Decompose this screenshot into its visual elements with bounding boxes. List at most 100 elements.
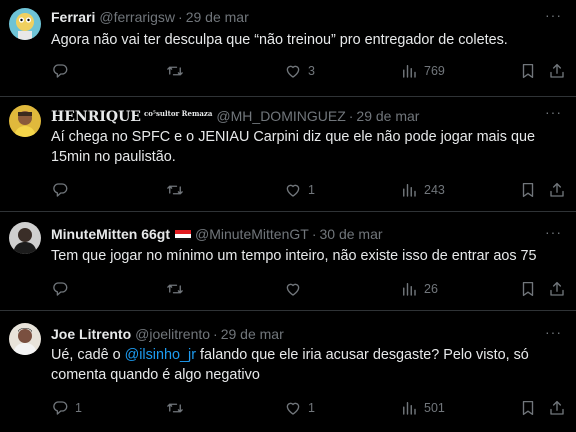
reply-icon (51, 399, 69, 417)
views-count: 243 (424, 183, 445, 197)
views-count: 26 (424, 282, 438, 296)
tweet-date[interactable]: 30 de mar (319, 226, 382, 242)
like-icon (284, 181, 302, 199)
name-tag: co⁵sultor Remaza (143, 109, 213, 118)
display-name[interactable]: Joe Litrento (51, 326, 131, 342)
bookmark-button[interactable] (519, 61, 537, 81)
tweet-2[interactable]: HENRIQUE co⁵sultor Remaza @MH_DOMINGUEZ · 29… (0, 97, 576, 212)
more-icon[interactable]: ··· (545, 225, 562, 239)
reply-icon (51, 280, 69, 298)
avatar[interactable] (9, 222, 41, 254)
views-button[interactable]: 501 (400, 398, 445, 418)
bookmark-button[interactable] (519, 180, 537, 200)
retweet-icon (166, 399, 184, 417)
retweet-button[interactable] (166, 279, 190, 299)
share-icon (548, 399, 566, 417)
share-button[interactable] (548, 398, 566, 418)
retweet-icon (166, 181, 184, 199)
like-button[interactable] (284, 279, 308, 299)
bookmark-button[interactable] (519, 398, 537, 418)
share-icon (548, 280, 566, 298)
retweet-icon (166, 280, 184, 298)
flag-icon (175, 228, 191, 240)
like-count: 1 (308, 183, 315, 197)
separator-dot: · (311, 226, 317, 242)
separator-dot: · (213, 326, 218, 342)
user-handle[interactable]: @MH_DOMINGUEZ (216, 108, 345, 124)
avatar[interactable] (9, 8, 41, 40)
reply-button[interactable]: 1 (51, 398, 82, 418)
tweet-header: Ferrari @ferrarigsw · 29 de mar (51, 8, 536, 26)
share-button[interactable] (548, 180, 566, 200)
like-icon (284, 62, 302, 80)
bookmark-button[interactable] (519, 279, 537, 299)
tweet-text-prefix: Ué, cadê o (51, 347, 125, 363)
reply-icon (51, 62, 69, 80)
like-icon (284, 399, 302, 417)
tweet-text: Ué, cadê o @ilsinho_jr falando que ele i… (51, 345, 562, 385)
like-button[interactable]: 3 (284, 61, 315, 81)
share-button[interactable] (548, 279, 566, 299)
tweet-header: Joe Litrento @joelitrento · 29 de mar (51, 325, 536, 343)
tweet-date[interactable]: 29 de mar (221, 326, 284, 342)
views-button[interactable]: 769 (400, 61, 445, 81)
bookmark-icon (519, 280, 537, 298)
tweet-actions: 26 (51, 279, 576, 299)
retweet-button[interactable] (166, 180, 190, 200)
views-icon (400, 280, 418, 298)
display-name[interactable]: Ferrari (51, 9, 95, 25)
tweet-text: Tem que jogar no mínimo um tempo inteiro… (51, 248, 537, 264)
share-button[interactable] (548, 61, 566, 81)
bookmark-icon (519, 181, 537, 199)
tweet-actions: 3 769 (51, 61, 576, 81)
mention-link[interactable]: @ilsinho_jr (125, 347, 196, 363)
more-icon[interactable]: ··· (545, 8, 562, 22)
display-name[interactable]: HENRIQUE (51, 109, 141, 125)
tweet-4[interactable]: Joe Litrento @joelitrento · 29 de mar ··· U… (0, 311, 576, 432)
avatar[interactable] (9, 105, 41, 137)
like-count: 1 (308, 401, 315, 415)
more-icon[interactable]: ··· (545, 105, 562, 119)
share-icon (548, 181, 566, 199)
reply-button[interactable] (51, 279, 75, 299)
tweet-text: Agora não vai ter desculpa que “não trei… (51, 32, 508, 48)
retweet-button[interactable] (166, 398, 190, 418)
views-icon (400, 181, 418, 199)
like-button[interactable]: 1 (284, 180, 315, 200)
tweet-actions: 1 243 (51, 180, 576, 200)
user-handle[interactable]: @MinuteMittenGT (195, 226, 309, 242)
like-count: 3 (308, 64, 315, 78)
retweet-button[interactable] (166, 61, 190, 81)
bookmark-icon (519, 399, 537, 417)
like-button[interactable]: 1 (284, 398, 315, 418)
retweet-icon (166, 62, 184, 80)
display-name[interactable]: MinuteMitten 66gt (51, 226, 170, 242)
user-handle[interactable]: @ferrarigsw (99, 9, 175, 25)
tweet-text: Aí chega no SPFC e o JENIAU Carpini diz … (51, 129, 535, 165)
tweet-date[interactable]: 29 de mar (356, 108, 419, 124)
reply-icon (51, 181, 69, 199)
reply-count: 1 (75, 401, 82, 415)
tweet-actions: 1 1 501 (51, 398, 576, 418)
like-icon (284, 280, 302, 298)
share-icon (548, 62, 566, 80)
tweet-date[interactable]: 29 de mar (186, 9, 249, 25)
user-handle[interactable]: @joelitrento (135, 326, 210, 342)
views-icon (400, 399, 418, 417)
tweet-header: HENRIQUE co⁵sultor Remaza @MH_DOMINGUEZ · 29… (51, 105, 536, 125)
more-icon[interactable]: ··· (545, 325, 562, 339)
views-icon (400, 62, 418, 80)
reply-button[interactable] (51, 180, 75, 200)
tweet-header: MinuteMitten 66gt @MinuteMittenGT · 30 de m… (51, 225, 536, 243)
bookmark-icon (519, 62, 537, 80)
tweet-3[interactable]: MinuteMitten 66gt @MinuteMittenGT · 30 de m… (0, 212, 576, 311)
avatar[interactable] (9, 323, 41, 355)
views-count: 769 (424, 64, 445, 78)
tweet-1[interactable]: Ferrari @ferrarigsw · 29 de mar ··· Agora n… (0, 0, 576, 97)
views-button[interactable]: 243 (400, 180, 445, 200)
views-button[interactable]: 26 (400, 279, 438, 299)
reply-button[interactable] (51, 61, 75, 81)
separator-dot: · (178, 9, 183, 25)
separator-dot: · (348, 108, 354, 124)
views-count: 501 (424, 401, 445, 415)
